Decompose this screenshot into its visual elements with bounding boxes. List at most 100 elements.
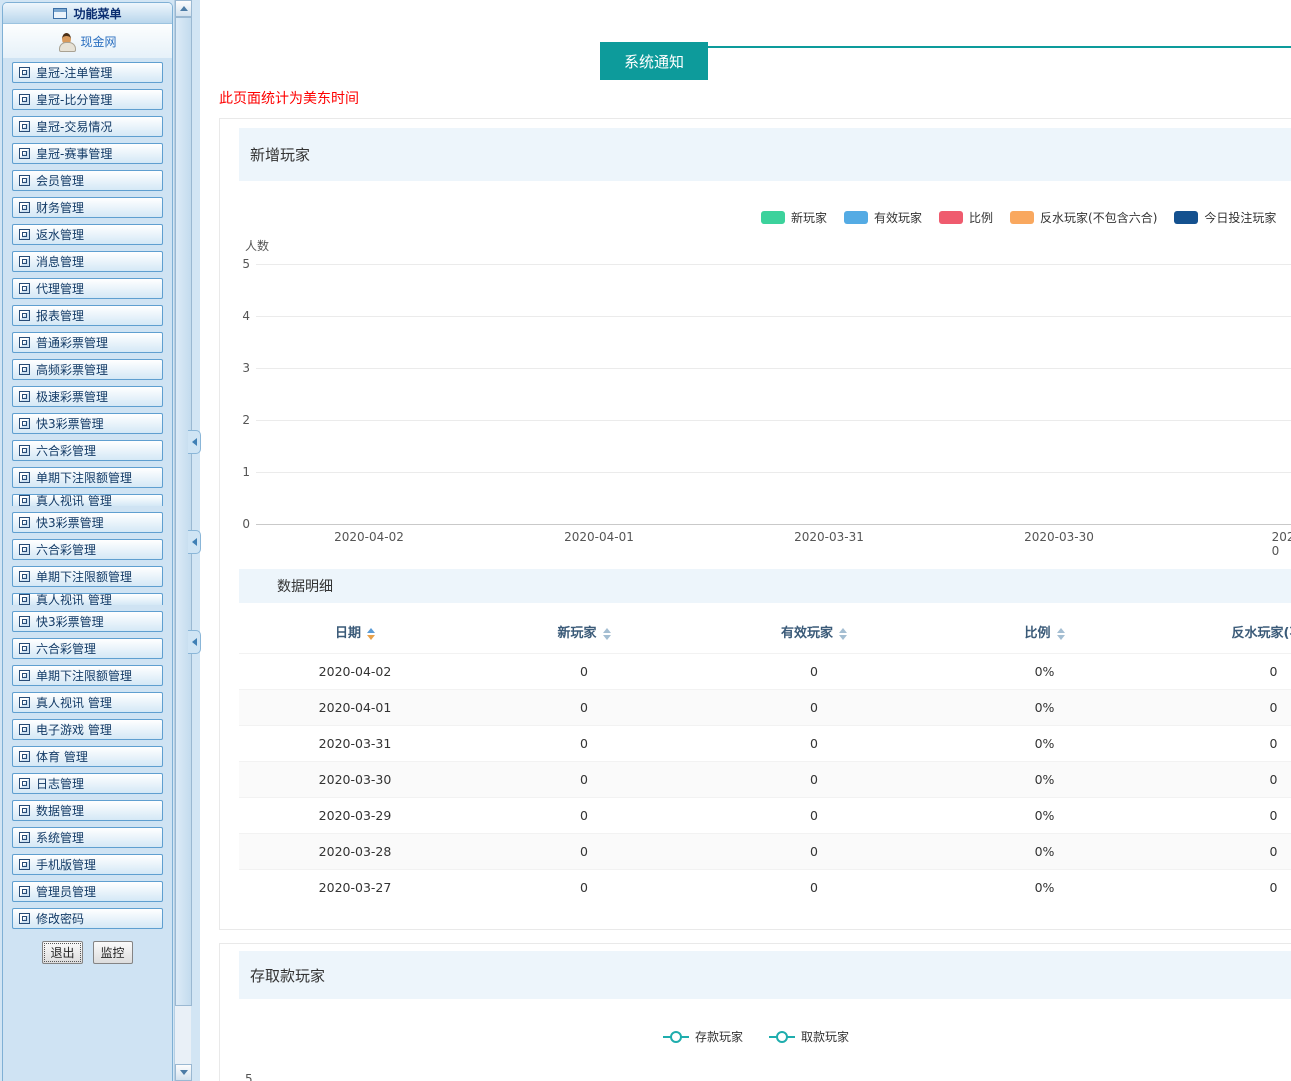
- legend-item[interactable]: 比例: [939, 209, 993, 226]
- sort-icon[interactable]: [367, 628, 375, 640]
- arrow-up-icon: [180, 6, 188, 11]
- sidebar-item[interactable]: 皇冠-赛事管理: [12, 143, 163, 164]
- sort-icon[interactable]: [603, 628, 611, 640]
- sidebar-item[interactable]: 六合彩管理: [12, 539, 163, 560]
- menu-item-icon: [19, 544, 30, 555]
- legend-item[interactable]: 反水玩家(不包含六合): [1010, 209, 1157, 226]
- legend-item[interactable]: 存款玩家: [663, 1028, 743, 1045]
- scroll-down-button[interactable]: [175, 1064, 192, 1081]
- sidebar-collapse-handle[interactable]: [188, 530, 201, 554]
- chart-legend: 新玩家有效玩家比例反水玩家(不包含六合)今日投注玩家电: [761, 209, 1291, 226]
- table-cell: 0: [471, 833, 697, 869]
- sidebar-item[interactable]: 体育 管理: [12, 746, 163, 767]
- sidebar-item[interactable]: 普通彩票管理: [12, 332, 163, 353]
- data-detail-table: 日期新玩家有效玩家比例反水玩家(不包 2020-04-02000%02020-0…: [239, 611, 1291, 905]
- sidebar: 功能菜单 现金网 皇冠-注单管理皇冠-比分管理皇冠-交易情况皇冠-赛事管理会员管…: [0, 0, 200, 1081]
- sidebar-item[interactable]: 日志管理: [12, 773, 163, 794]
- x-tick-label: 2020-04-02: [334, 530, 404, 544]
- panel-new-players: 新增玩家 新玩家有效玩家比例反水玩家(不包含六合)今日投注玩家电 人数 5432…: [219, 118, 1291, 930]
- menu-item-icon: [19, 778, 30, 789]
- menu-item-icon: [19, 517, 30, 528]
- sidebar-collapse-handle[interactable]: [188, 430, 201, 454]
- sidebar-item[interactable]: 会员管理: [12, 170, 163, 191]
- x-tick-label: 2020-0: [1272, 530, 1291, 558]
- column-header[interactable]: 比例: [931, 611, 1158, 653]
- sidebar-item[interactable]: 真人视讯 管理: [12, 692, 163, 713]
- sidebar-item[interactable]: 六合彩管理: [12, 638, 163, 659]
- chart-plot: 5432102020-04-022020-04-012020-03-312020…: [256, 264, 1291, 524]
- main-content: 系统通知 此页面统计为美东时间 新增玩家 新玩家有效玩家比例反水玩家(不包含六合…: [200, 0, 1291, 1081]
- sidebar-item[interactable]: 修改密码: [12, 908, 163, 929]
- sidebar-item[interactable]: 单期下注限额管理: [12, 665, 163, 686]
- sidebar-item[interactable]: 皇冠-比分管理: [12, 89, 163, 110]
- sidebar-item[interactable]: 电子游戏 管理: [12, 719, 163, 740]
- gridline: [256, 472, 1291, 473]
- sidebar-item[interactable]: 真人视讯 管理: [12, 593, 163, 605]
- menu-item-icon: [19, 67, 30, 78]
- sidebar-item[interactable]: 管理员管理: [12, 881, 163, 902]
- sidebar-item[interactable]: 快3彩票管理: [12, 413, 163, 434]
- table-cell: 0%: [931, 653, 1158, 689]
- arrow-down-icon: [180, 1070, 188, 1075]
- sidebar-item[interactable]: 返水管理: [12, 224, 163, 245]
- table-cell: 0%: [931, 797, 1158, 833]
- user-name-link[interactable]: 现金网: [80, 33, 116, 50]
- legend-item[interactable]: 今日投注玩家: [1174, 209, 1276, 226]
- table-row: 2020-03-29000%0: [239, 797, 1291, 833]
- sidebar-item[interactable]: 真人视讯 管理: [12, 494, 163, 506]
- menu-item-icon: [19, 751, 30, 762]
- gridline: [256, 524, 1291, 525]
- menu-item-icon: [19, 472, 30, 483]
- sidebar-collapse-handle[interactable]: [188, 630, 201, 654]
- sidebar-item-label: 修改密码: [36, 910, 84, 927]
- legend-label: 今日投注玩家: [1204, 209, 1276, 226]
- scroll-thumb[interactable]: [175, 17, 192, 1006]
- sidebar-item[interactable]: 皇冠-注单管理: [12, 62, 163, 83]
- column-header[interactable]: 日期: [239, 611, 471, 653]
- sidebar-item[interactable]: 系统管理: [12, 827, 163, 848]
- y-tick-label: 4: [226, 309, 250, 323]
- table-cell: 0: [697, 869, 931, 905]
- sidebar-item[interactable]: 代理管理: [12, 278, 163, 299]
- sidebar-item[interactable]: 单期下注限额管理: [12, 566, 163, 587]
- menu-item-icon: [19, 94, 30, 105]
- table-cell: 0: [697, 653, 931, 689]
- column-header[interactable]: 有效玩家: [697, 611, 931, 653]
- menu-item-icon: [19, 121, 30, 132]
- sidebar-item[interactable]: 手机版管理: [12, 854, 163, 875]
- table-cell: 0%: [931, 869, 1158, 905]
- tab-system-notice[interactable]: 系统通知: [600, 42, 708, 80]
- legend-label: 存款玩家: [695, 1028, 743, 1045]
- sidebar-item[interactable]: 六合彩管理: [12, 440, 163, 461]
- column-header-label: 反水玩家(不包: [1232, 626, 1291, 641]
- sidebar-item[interactable]: 极速彩票管理: [12, 386, 163, 407]
- sidebar-item[interactable]: 财务管理: [12, 197, 163, 218]
- menu-item-icon: [19, 571, 30, 582]
- column-header: 反水玩家(不包: [1158, 611, 1291, 653]
- sidebar-item-label: 快3彩票管理: [36, 514, 104, 531]
- legend-item[interactable]: 新玩家: [761, 209, 827, 226]
- sort-icon[interactable]: [839, 628, 847, 640]
- y-tick-label: 5: [245, 1072, 253, 1081]
- sidebar-item[interactable]: 报表管理: [12, 305, 163, 326]
- sidebar-item[interactable]: 皇冠-交易情况: [12, 116, 163, 137]
- logout-button[interactable]: 退出: [42, 941, 82, 964]
- sort-icon[interactable]: [1057, 628, 1065, 640]
- sidebar-item[interactable]: 单期下注限额管理: [12, 467, 163, 488]
- sidebar-item[interactable]: 消息管理: [12, 251, 163, 272]
- sidebar-item[interactable]: 高频彩票管理: [12, 359, 163, 380]
- sidebar-item[interactable]: 快3彩票管理: [12, 611, 163, 632]
- sidebar-item-label: 极速彩票管理: [36, 388, 108, 405]
- sidebar-item[interactable]: 数据管理: [12, 800, 163, 821]
- scroll-up-button[interactable]: [175, 0, 192, 17]
- x-tick-label: 2020-03-31: [794, 530, 864, 544]
- sidebar-item-label: 返水管理: [36, 226, 84, 243]
- table-cell: 0: [1158, 689, 1291, 725]
- column-header[interactable]: 新玩家: [471, 611, 697, 653]
- table-cell: 0: [697, 833, 931, 869]
- monitor-button[interactable]: 监控: [93, 941, 133, 964]
- sidebar-item[interactable]: 快3彩票管理: [12, 512, 163, 533]
- legend-item[interactable]: 取款玩家: [769, 1028, 849, 1045]
- legend-item[interactable]: 有效玩家: [844, 209, 922, 226]
- table-row: 2020-03-27000%0: [239, 869, 1291, 905]
